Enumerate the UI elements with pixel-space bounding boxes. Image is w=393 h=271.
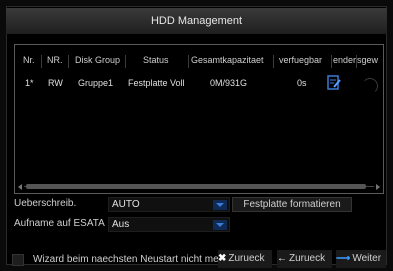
window-title: HDD Management <box>6 8 387 34</box>
col-change: ender <box>333 55 357 65</box>
cancel-button[interactable]: ✖ Zurueck <box>218 250 272 268</box>
cell-nr-type: RW <box>48 78 63 88</box>
chevron-down-icon[interactable] <box>213 220 227 230</box>
table-header: Nr. NR. Disk Group Status Gesamtkapazita… <box>15 55 383 69</box>
cell-status: Festplatte Voll <box>128 78 185 88</box>
esata-label: Aufname auf ESATA <box>14 218 105 229</box>
cell-disk-group: Gruppe1 <box>78 78 114 88</box>
overwrite-select[interactable]: AUTO <box>108 197 230 212</box>
wizard-label: Wizard beim naechsten Neustart nicht meh <box>33 254 225 265</box>
col-disk-group: Disk Group <box>75 55 121 65</box>
col-total-capacity: Gesamtkapazitaet <box>191 55 264 65</box>
arrow-left-icon: ← <box>277 253 287 264</box>
scroll-left-icon[interactable] <box>18 184 22 190</box>
overwrite-label: Ueberschreib. <box>14 198 77 209</box>
col-available: verfuegbar <box>279 55 323 65</box>
scroll-thumb[interactable] <box>26 184 366 189</box>
chevron-down-icon[interactable] <box>213 200 227 210</box>
cell-total: 0M/931G <box>210 78 248 88</box>
horizontal-scrollbar[interactable] <box>18 184 380 190</box>
arrow-right-icon: ⟶ <box>336 253 351 264</box>
x-icon: ✖ <box>218 253 227 264</box>
scroll-right-icon[interactable] <box>376 184 380 190</box>
wizard-checkbox[interactable] <box>12 254 24 266</box>
esata-select[interactable]: Aus <box>108 217 230 232</box>
edit-icon[interactable] <box>327 75 341 91</box>
col-nr-type: NR. <box>47 55 63 65</box>
hdd-table: Nr. NR. Disk Group Status Gesamtkapazita… <box>14 44 384 194</box>
col-selected: sgew <box>357 55 379 65</box>
format-disk-button[interactable]: Festplatte formatieren <box>232 197 352 212</box>
cell-available: 0s <box>297 78 307 88</box>
col-status: Status <box>143 55 169 65</box>
cell-nr: 1* <box>25 78 34 88</box>
next-button[interactable]: ⟶ Weiter <box>336 250 386 268</box>
back-button[interactable]: ← Zurueck <box>277 250 332 268</box>
col-nr: Nr. <box>23 55 35 65</box>
select-radio-icon[interactable] <box>362 78 378 94</box>
